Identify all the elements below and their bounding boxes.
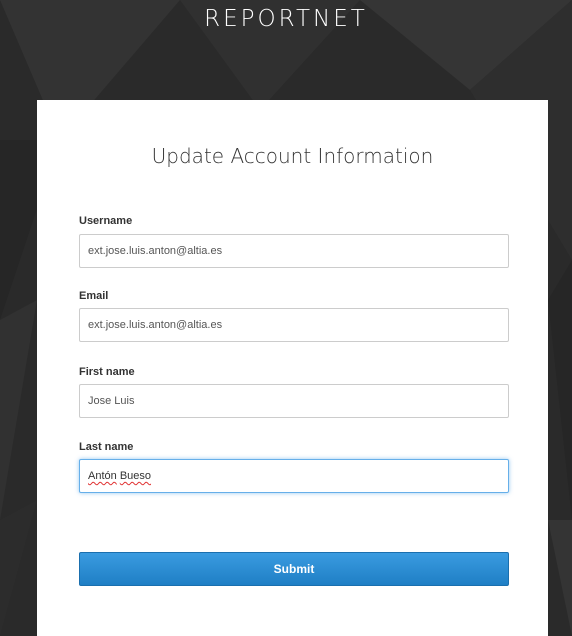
update-account-card: Update Account Information Username ext.… <box>37 100 548 636</box>
last-name-value-part2: Bueso <box>119 470 152 482</box>
last-name-value-part1: Antón <box>88 470 117 482</box>
email-input[interactable]: ext.jose.luis.anton@altia.es <box>79 308 509 342</box>
email-label: Email <box>79 290 109 302</box>
first-name-label: First name <box>79 366 135 378</box>
last-name-input[interactable]: Antón Bueso <box>79 459 509 493</box>
page-title: Update Account Information <box>151 144 434 168</box>
submit-button[interactable]: Submit <box>79 552 509 586</box>
brand-logo: REPORTNET <box>204 6 368 32</box>
username-input[interactable]: ext.jose.luis.anton@altia.es <box>79 234 509 268</box>
username-label: Username <box>79 215 133 227</box>
first-name-input[interactable]: Jose Luis <box>79 384 509 418</box>
last-name-label: Last name <box>79 441 134 453</box>
